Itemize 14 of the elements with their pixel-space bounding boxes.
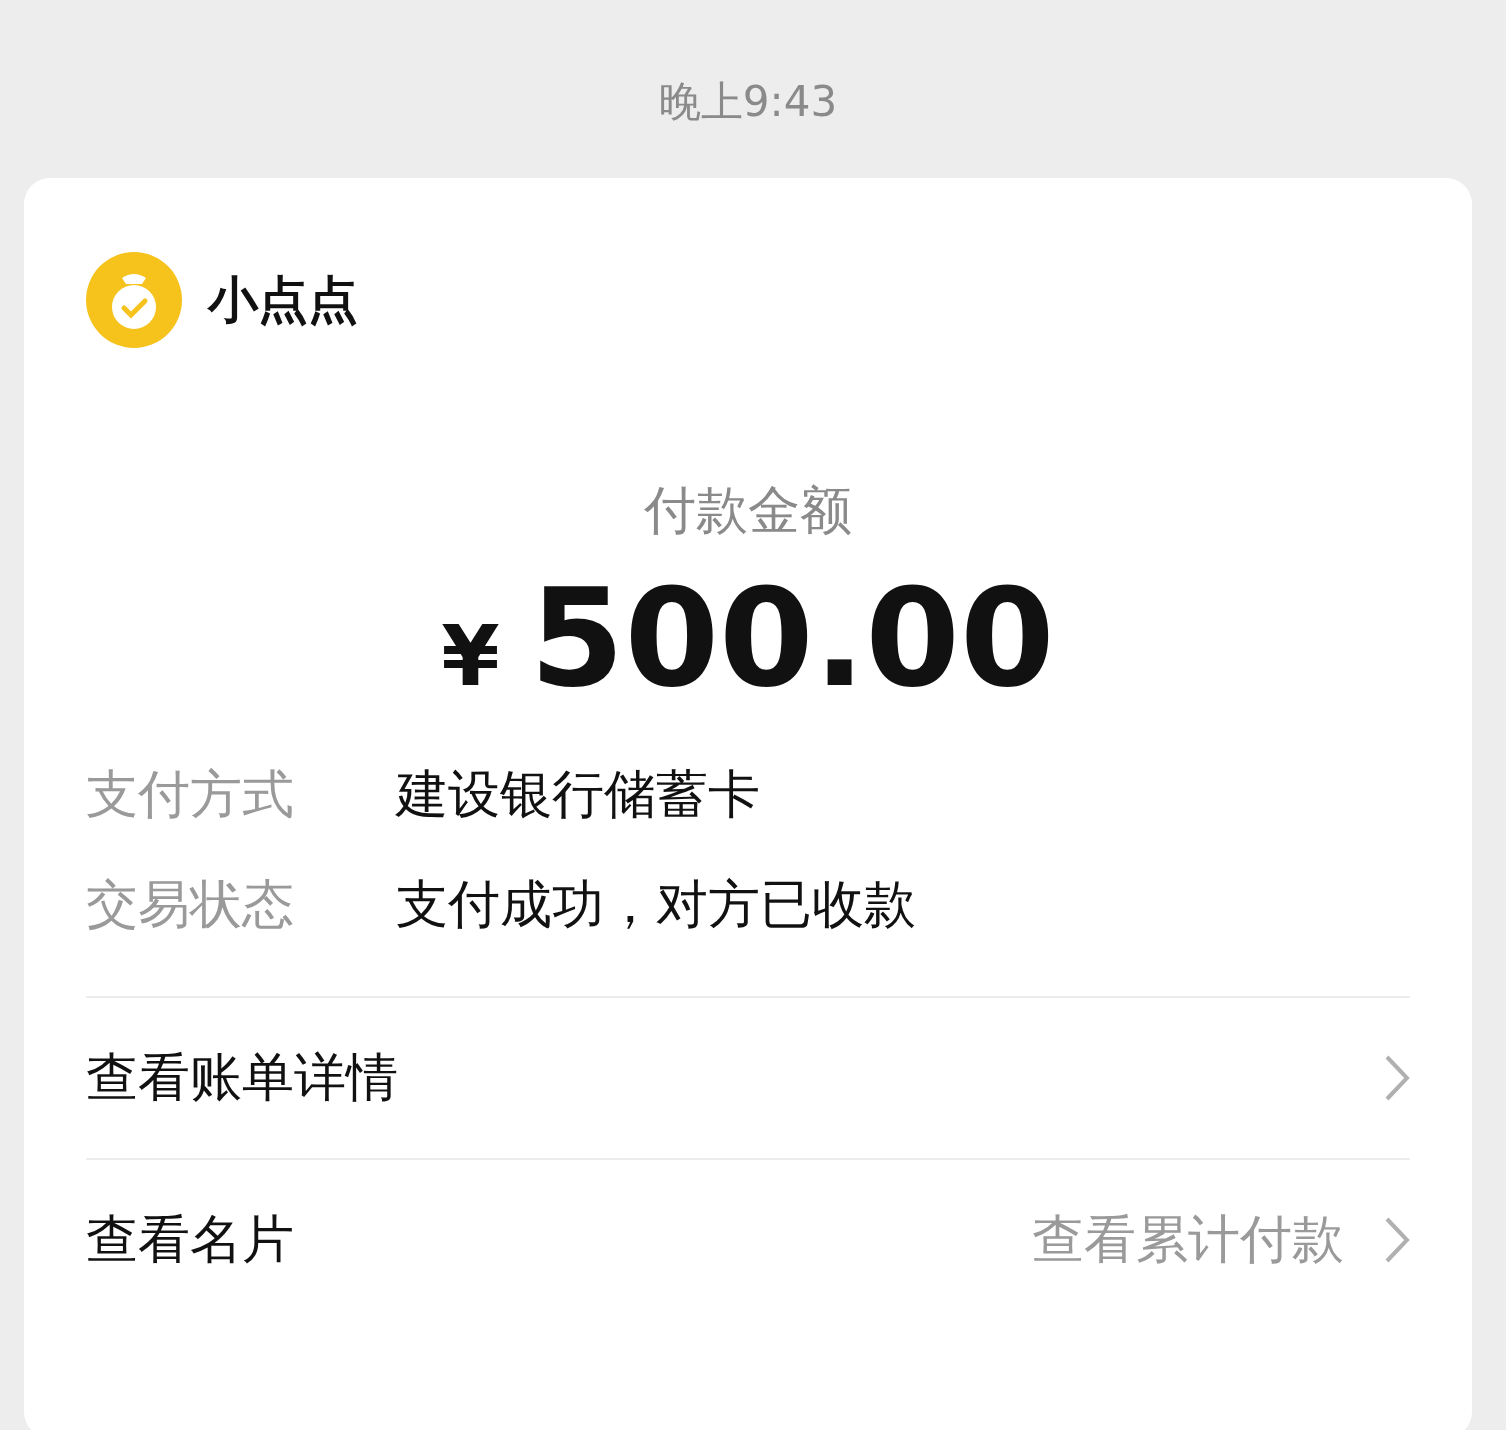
amount-label: 付款金额 [643, 479, 853, 542]
detail-value: 建设银行储蓄卡 [396, 762, 760, 826]
chevron-icon [1384, 1215, 1410, 1264]
currency-symbol: ¥ [441, 607, 500, 705]
chevron-icon [1384, 1053, 1410, 1102]
payment-amount: 500.00 [529, 564, 1055, 714]
detail-label: 交易状态 [86, 872, 295, 936]
merchant-name: 小点点 [208, 269, 358, 331]
merchant-logo-icon [86, 252, 182, 348]
detail-label: 支付方式 [86, 762, 295, 826]
message-time: 晚上9:43 [657, 76, 839, 128]
link-row[interactable]: 查看账单详情 [86, 997, 1410, 1160]
detail-value: 支付成功，对方已收款 [396, 872, 916, 936]
link-row[interactable]: 查看名片 查看累计付款 [86, 1159, 1410, 1320]
